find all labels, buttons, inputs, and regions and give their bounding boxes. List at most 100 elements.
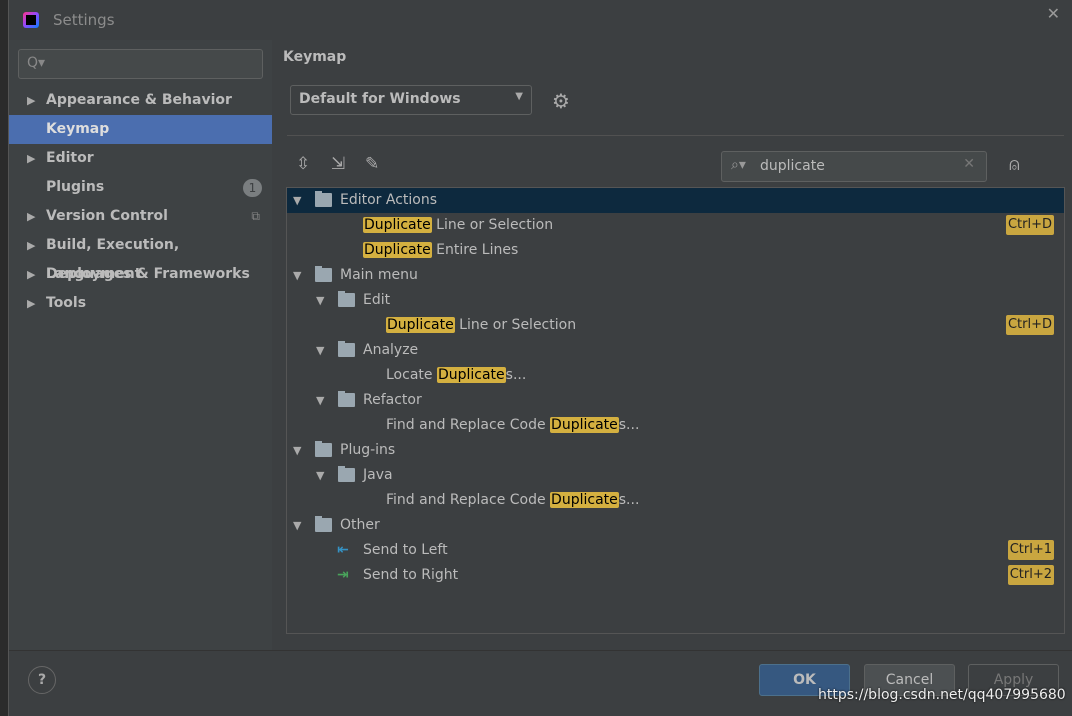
folder-icon [338,391,355,407]
action-row[interactable]: Find and Replace Code Duplicates... [287,413,1064,438]
search-icon: ⌕▾ [731,157,746,173]
update-count-badge: 1 [243,179,262,197]
sidebar-item-label: Keymap [46,121,110,137]
action-label: Refactor [363,392,422,408]
action-label: Duplicate Entire Lines [363,242,519,258]
action-label: Main menu [340,267,418,283]
intellij-logo-icon [23,12,39,28]
action-row[interactable]: Duplicate Line or Selection Ctrl+D [287,313,1064,338]
expand-arrow-icon[interactable]: ▼ [293,438,301,463]
sidebar-search-input[interactable]: Q▾ [18,49,263,79]
send-left-icon: ⇤ [337,542,349,558]
sidebar-item-plugins[interactable]: Plugins 1 [9,173,272,202]
keymap-select[interactable]: Default for Windows ▼ [290,85,532,115]
sidebar-item-label: Languages & Frameworks [46,266,250,282]
help-button[interactable]: ? [28,666,56,694]
tree-node[interactable]: ▼ Edit [287,288,1064,313]
folder-icon [338,466,355,482]
gear-icon[interactable]: ⚙ [552,89,570,113]
shortcut-badge: Ctrl+D [1005,315,1054,335]
tree-node[interactable]: ▼ Other [287,513,1064,538]
action-label: Plug-ins [340,442,396,458]
sidebar-item-languages-frameworks[interactable]: ▶ Languages & Frameworks [9,260,272,289]
search-match-highlight: Duplicate [436,367,506,383]
search-match-highlight: Duplicate [550,417,619,433]
expand-arrow-icon: ▶ [27,210,36,223]
search-match-highlight: Duplicate [386,317,455,333]
action-row[interactable]: ⇤ Send to Left Ctrl+1 [287,538,1064,563]
expand-arrow-icon: ▶ [27,268,36,281]
tree-node[interactable]: ▼ Main menu [287,263,1064,288]
shortcut-badge: Ctrl+D [1005,215,1054,235]
tree-node[interactable]: ▼ Java [287,463,1064,488]
folder-icon [315,441,332,457]
tree-node[interactable]: ▼ Editor Actions [287,188,1064,213]
keymap-tree: ▼ Editor Actions Duplicate Line or Selecti… [286,187,1065,634]
sidebar-item-label: Plugins [46,179,105,195]
sidebar-item-build-execution-deployment[interactable]: ▶ Build, Execution, Deployment [9,231,272,282]
sidebar-item-label: Appearance & Behavior [46,92,232,108]
edit-pencil-icon[interactable]: ✎ [365,154,379,174]
folder-icon [315,191,332,207]
shortcut-badge: Ctrl+1 [1007,540,1054,560]
sidebar-item-version-control[interactable]: ▶ Version Control ⧉ [9,202,272,231]
action-label: Send to Right [363,567,459,583]
sidebar-item-editor[interactable]: ▶ Editor [9,144,272,173]
expand-arrow-icon[interactable]: ▼ [316,463,324,488]
search-match-highlight: Duplicate [363,217,432,233]
folder-icon [315,516,332,532]
sidebar-item-keymap[interactable]: Keymap [9,115,272,144]
action-label: Locate Duplicates... [386,367,527,383]
expand-arrow-icon[interactable]: ▼ [293,263,301,288]
find-by-shortcut-icon[interactable]: ⍝ [1009,154,1020,175]
action-label: Duplicate Line or Selection [386,317,577,333]
expand-all-icon[interactable]: ⇳ [296,154,310,174]
expand-arrow-icon[interactable]: ▼ [293,188,301,213]
expand-arrow-icon: ▶ [27,152,36,165]
expand-arrow-icon: ▶ [27,94,36,107]
sidebar: Q▾ ▶ Appearance & Behavior Keymap ▶ Editor Pl… [9,40,272,650]
action-row[interactable]: Locate Duplicates... [287,363,1064,388]
expand-arrow-icon: ▶ [27,297,36,310]
expand-arrow-icon[interactable]: ▼ [316,388,324,413]
search-match-highlight: Duplicate [363,242,432,258]
action-row[interactable]: ⇥ Send to Right Ctrl+2 [287,563,1064,588]
keymap-panel: Keymap Default for Windows ▼ ⚙ ⇳ ⇲ ✎ ⌕▾ du… [272,40,1072,650]
action-label: Other [340,517,380,533]
action-search-input[interactable]: ⌕▾ duplicate ✕ [721,151,987,182]
expand-arrow-icon[interactable]: ▼ [316,288,324,313]
settings-window: Settings ✕ Q▾ ▶ Appearance & Behavior Keym… [8,0,1072,716]
tree-node[interactable]: ▼ Plug-ins [287,438,1064,463]
action-row[interactable]: Find and Replace Code Duplicates... [287,488,1064,513]
action-label: Find and Replace Code Duplicates... [386,417,640,433]
search-icon: Q▾ [27,55,46,71]
shortcut-badge: Ctrl+2 [1007,565,1054,585]
window-title: Settings [53,11,115,29]
sidebar-item-tools[interactable]: ▶ Tools [9,289,272,318]
tree-node[interactable]: ▼ Refactor [287,388,1064,413]
folder-icon [338,291,355,307]
folder-icon [315,266,332,282]
tree-node[interactable]: ▼ Analyze [287,338,1064,363]
action-label: Find and Replace Code Duplicates... [386,492,640,508]
chevron-down-icon: ▼ [515,91,523,102]
footer: ? OK Cancel Apply [9,650,1072,716]
action-row[interactable]: Duplicate Entire Lines [287,238,1064,263]
sidebar-item-appearance-behavior[interactable]: ▶ Appearance & Behavior [9,86,272,115]
search-match-highlight: Duplicate [550,492,619,508]
expand-arrow-icon[interactable]: ▼ [293,513,301,538]
close-icon[interactable]: ✕ [1047,4,1060,23]
folder-icon [338,341,355,357]
action-label: Edit [363,292,391,308]
clear-search-icon[interactable]: ✕ [963,156,975,172]
action-label: Duplicate Line or Selection [363,217,554,233]
expand-arrow-icon[interactable]: ▼ [316,338,324,363]
sidebar-item-label: Editor [46,150,94,166]
expand-arrow-icon: ▶ [27,239,36,252]
sidebar-item-label: Version Control [46,208,168,224]
keymap-select-value: Default for Windows [299,91,461,107]
collapse-all-icon[interactable]: ⇲ [331,154,345,174]
action-row[interactable]: Duplicate Line or Selection Ctrl+D [287,213,1064,238]
title-bar: Settings ✕ [9,0,1072,40]
sidebar-item-label: Tools [46,295,87,311]
